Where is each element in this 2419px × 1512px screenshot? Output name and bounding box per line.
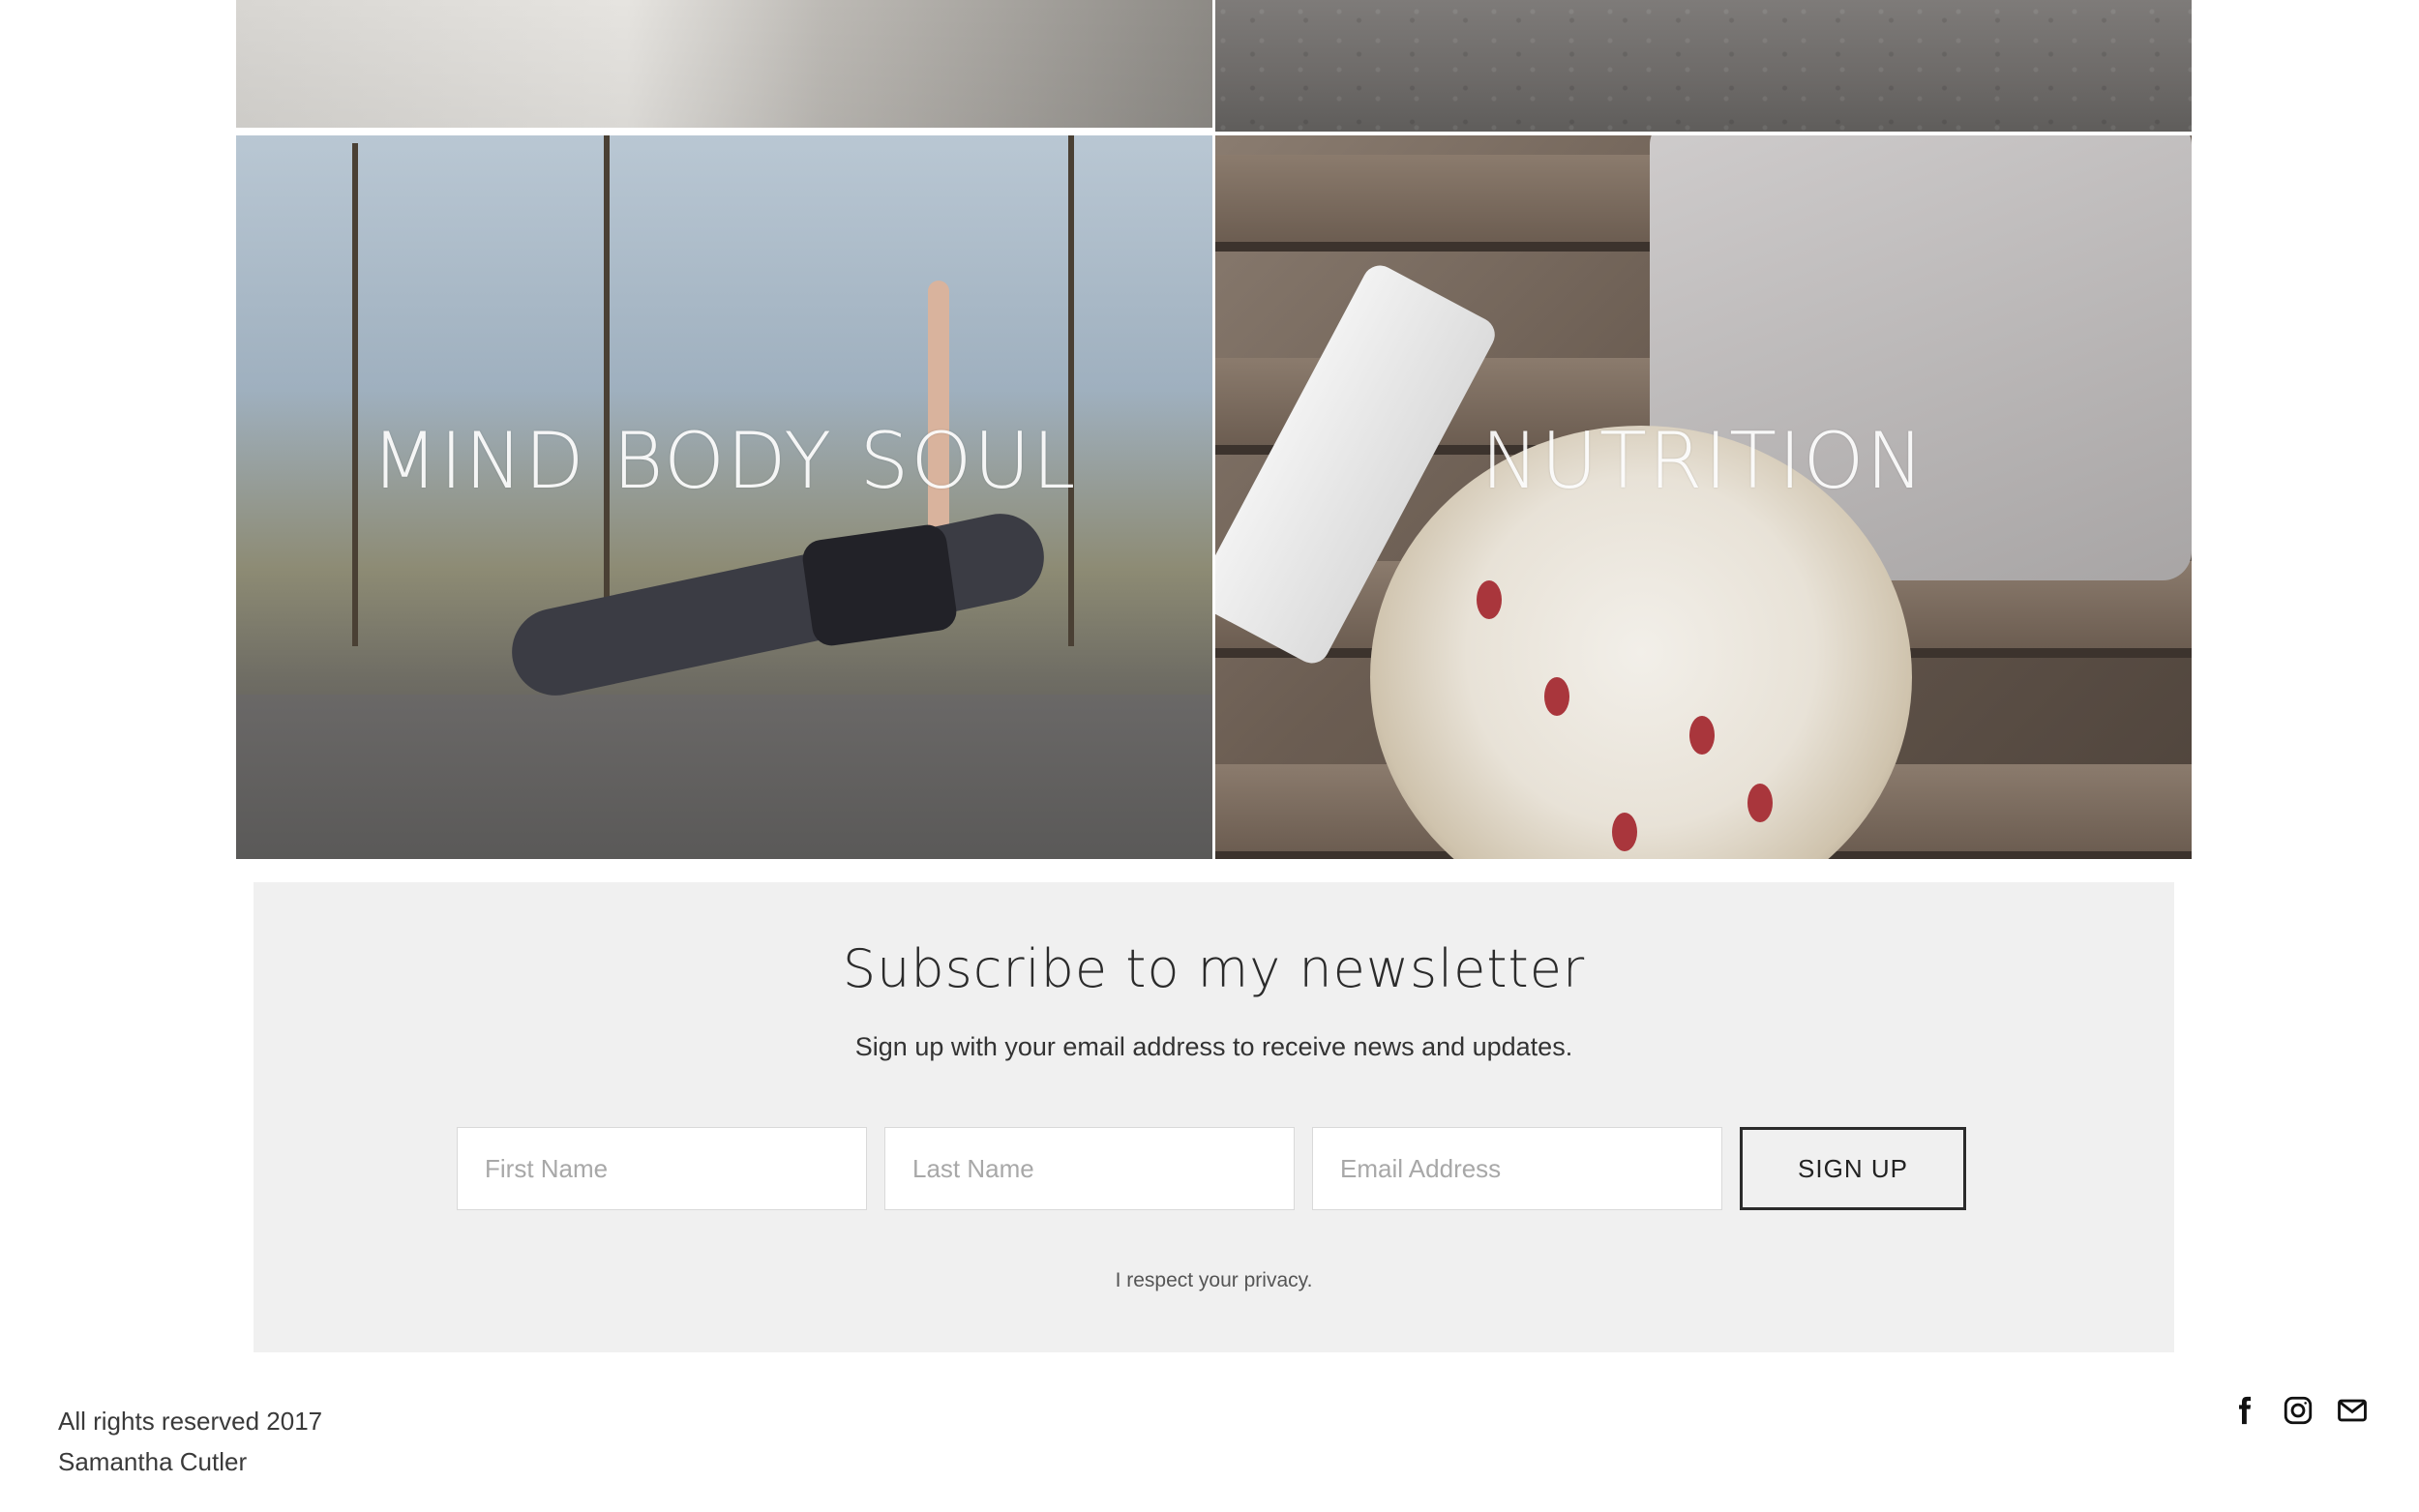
tree-decor	[604, 135, 610, 646]
tree-decor	[352, 143, 358, 646]
social-links	[2227, 1394, 2369, 1427]
newsletter-title: Subscribe to my newsletter	[842, 938, 1586, 999]
newsletter-subtitle: Sign up with your email address to recei…	[854, 1032, 1573, 1061]
berry-decor	[1747, 784, 1773, 822]
gallery-tile-concrete[interactable]	[1215, 0, 2192, 132]
sign-up-button[interactable]: SIGN UP	[1740, 1127, 1966, 1210]
newsletter-block: Subscribe to my newsletter Sign up with …	[254, 882, 2174, 1352]
last-name-input[interactable]	[884, 1127, 1295, 1210]
email-input[interactable]	[1312, 1127, 1722, 1210]
gallery-tile-nutrition[interactable]: NUTRITION	[1215, 135, 2192, 859]
figure-top-decor	[800, 522, 959, 648]
author-name: Samantha Cutler	[58, 1447, 248, 1476]
tile-title-nutrition: NUTRITION	[1480, 416, 1926, 506]
facebook-icon[interactable]	[2227, 1394, 2260, 1427]
berry-decor	[1689, 716, 1715, 755]
footer-text: All rights reserved 2017 Samantha Cutler	[58, 1401, 322, 1482]
tree-decor	[1068, 135, 1074, 646]
berry-decor	[1612, 813, 1637, 851]
first-name-input[interactable]	[457, 1127, 867, 1210]
gallery-tile-cafe[interactable]	[236, 0, 1212, 128]
berry-decor	[1477, 580, 1502, 619]
tile-title-mind-body-soul: MIND BODY SOUL	[371, 416, 1078, 506]
email-icon[interactable]	[2336, 1394, 2369, 1427]
berry-decor	[1544, 677, 1569, 716]
copyright-text: All rights reserved 2017	[58, 1407, 323, 1436]
instagram-icon[interactable]	[2282, 1394, 2314, 1427]
figure-legs-decor	[503, 505, 1053, 704]
newsletter-form: SIGN UP	[457, 1127, 1966, 1210]
gallery-tile-mind-body-soul[interactable]: MIND BODY SOUL	[236, 135, 1212, 859]
page: MIND BODY SOUL NUTRITION Subscribe to my…	[0, 0, 2419, 1512]
privacy-note: I respect your privacy.	[1115, 1269, 1313, 1291]
ground-decor	[236, 695, 1212, 859]
